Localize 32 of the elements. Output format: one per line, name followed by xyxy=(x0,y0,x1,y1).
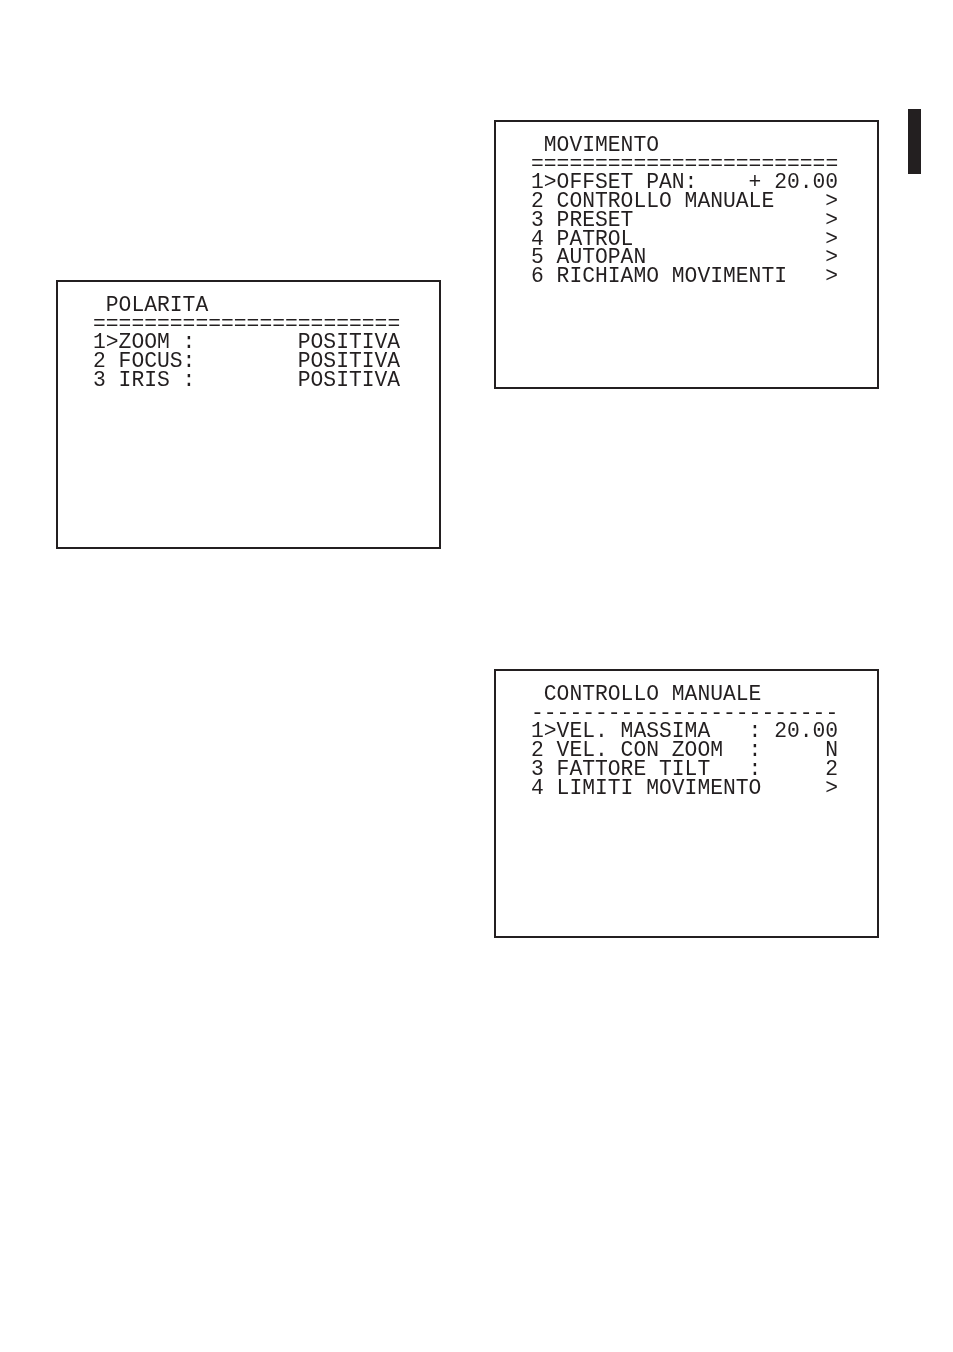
menu-item-value: > xyxy=(825,778,839,798)
separator-line: ------------------------ xyxy=(531,703,839,723)
menu-item-value: > xyxy=(825,248,839,267)
menu-item-value: > xyxy=(825,210,839,230)
menu-item-label: 1>VEL. MASSIMA : xyxy=(531,722,762,742)
menu-item-label: 5 AUTOPAN xyxy=(531,248,647,267)
separator-line: ======================== xyxy=(93,314,401,334)
menu-item-value: N xyxy=(825,741,839,760)
menu-item-label: 3 PRESET xyxy=(531,210,634,230)
menu-item-value: 2 xyxy=(825,759,839,779)
menu-item-label: 2 VEL. CON ZOOM : xyxy=(531,741,762,760)
menu-item-label: 3 FATTORE TILT : xyxy=(531,759,762,779)
menu-item-value: POSITIVA xyxy=(297,370,401,390)
menu-title: MOVIMENTO xyxy=(542,136,659,155)
menu-item-label: 1>ZOOM : xyxy=(93,333,196,353)
menu-item-label: 4 PATROL xyxy=(531,229,634,249)
menu-item-value: + 20.00 xyxy=(748,173,839,193)
menu-item-label: 2 CONTROLLO MANUALE xyxy=(531,192,775,211)
menu-item-value: 20.00 xyxy=(774,722,839,742)
menu-item-value: > xyxy=(825,229,839,249)
separator-line: ======================== xyxy=(531,154,839,174)
menu-item-value: POSITIVA xyxy=(297,333,401,353)
menu-item-value: POSITIVA xyxy=(297,352,401,371)
menu-item-label: 4 LIMITI MOVIMENTO xyxy=(531,778,762,798)
menu-item-value: > xyxy=(825,266,839,286)
menu-item-value: > xyxy=(825,192,839,211)
menu-item-label: 3 IRIS : xyxy=(93,370,196,390)
menu-item-label: 6 RICHIAMO MOVIMENTI xyxy=(531,266,787,286)
menu-title: POLARITA xyxy=(104,296,209,315)
menu-item-label: 1>OFFSET PAN: xyxy=(531,173,698,193)
menu-title: CONTROLLO MANUALE xyxy=(542,685,762,704)
menu-item-label: 2 FOCUS: xyxy=(93,352,196,371)
